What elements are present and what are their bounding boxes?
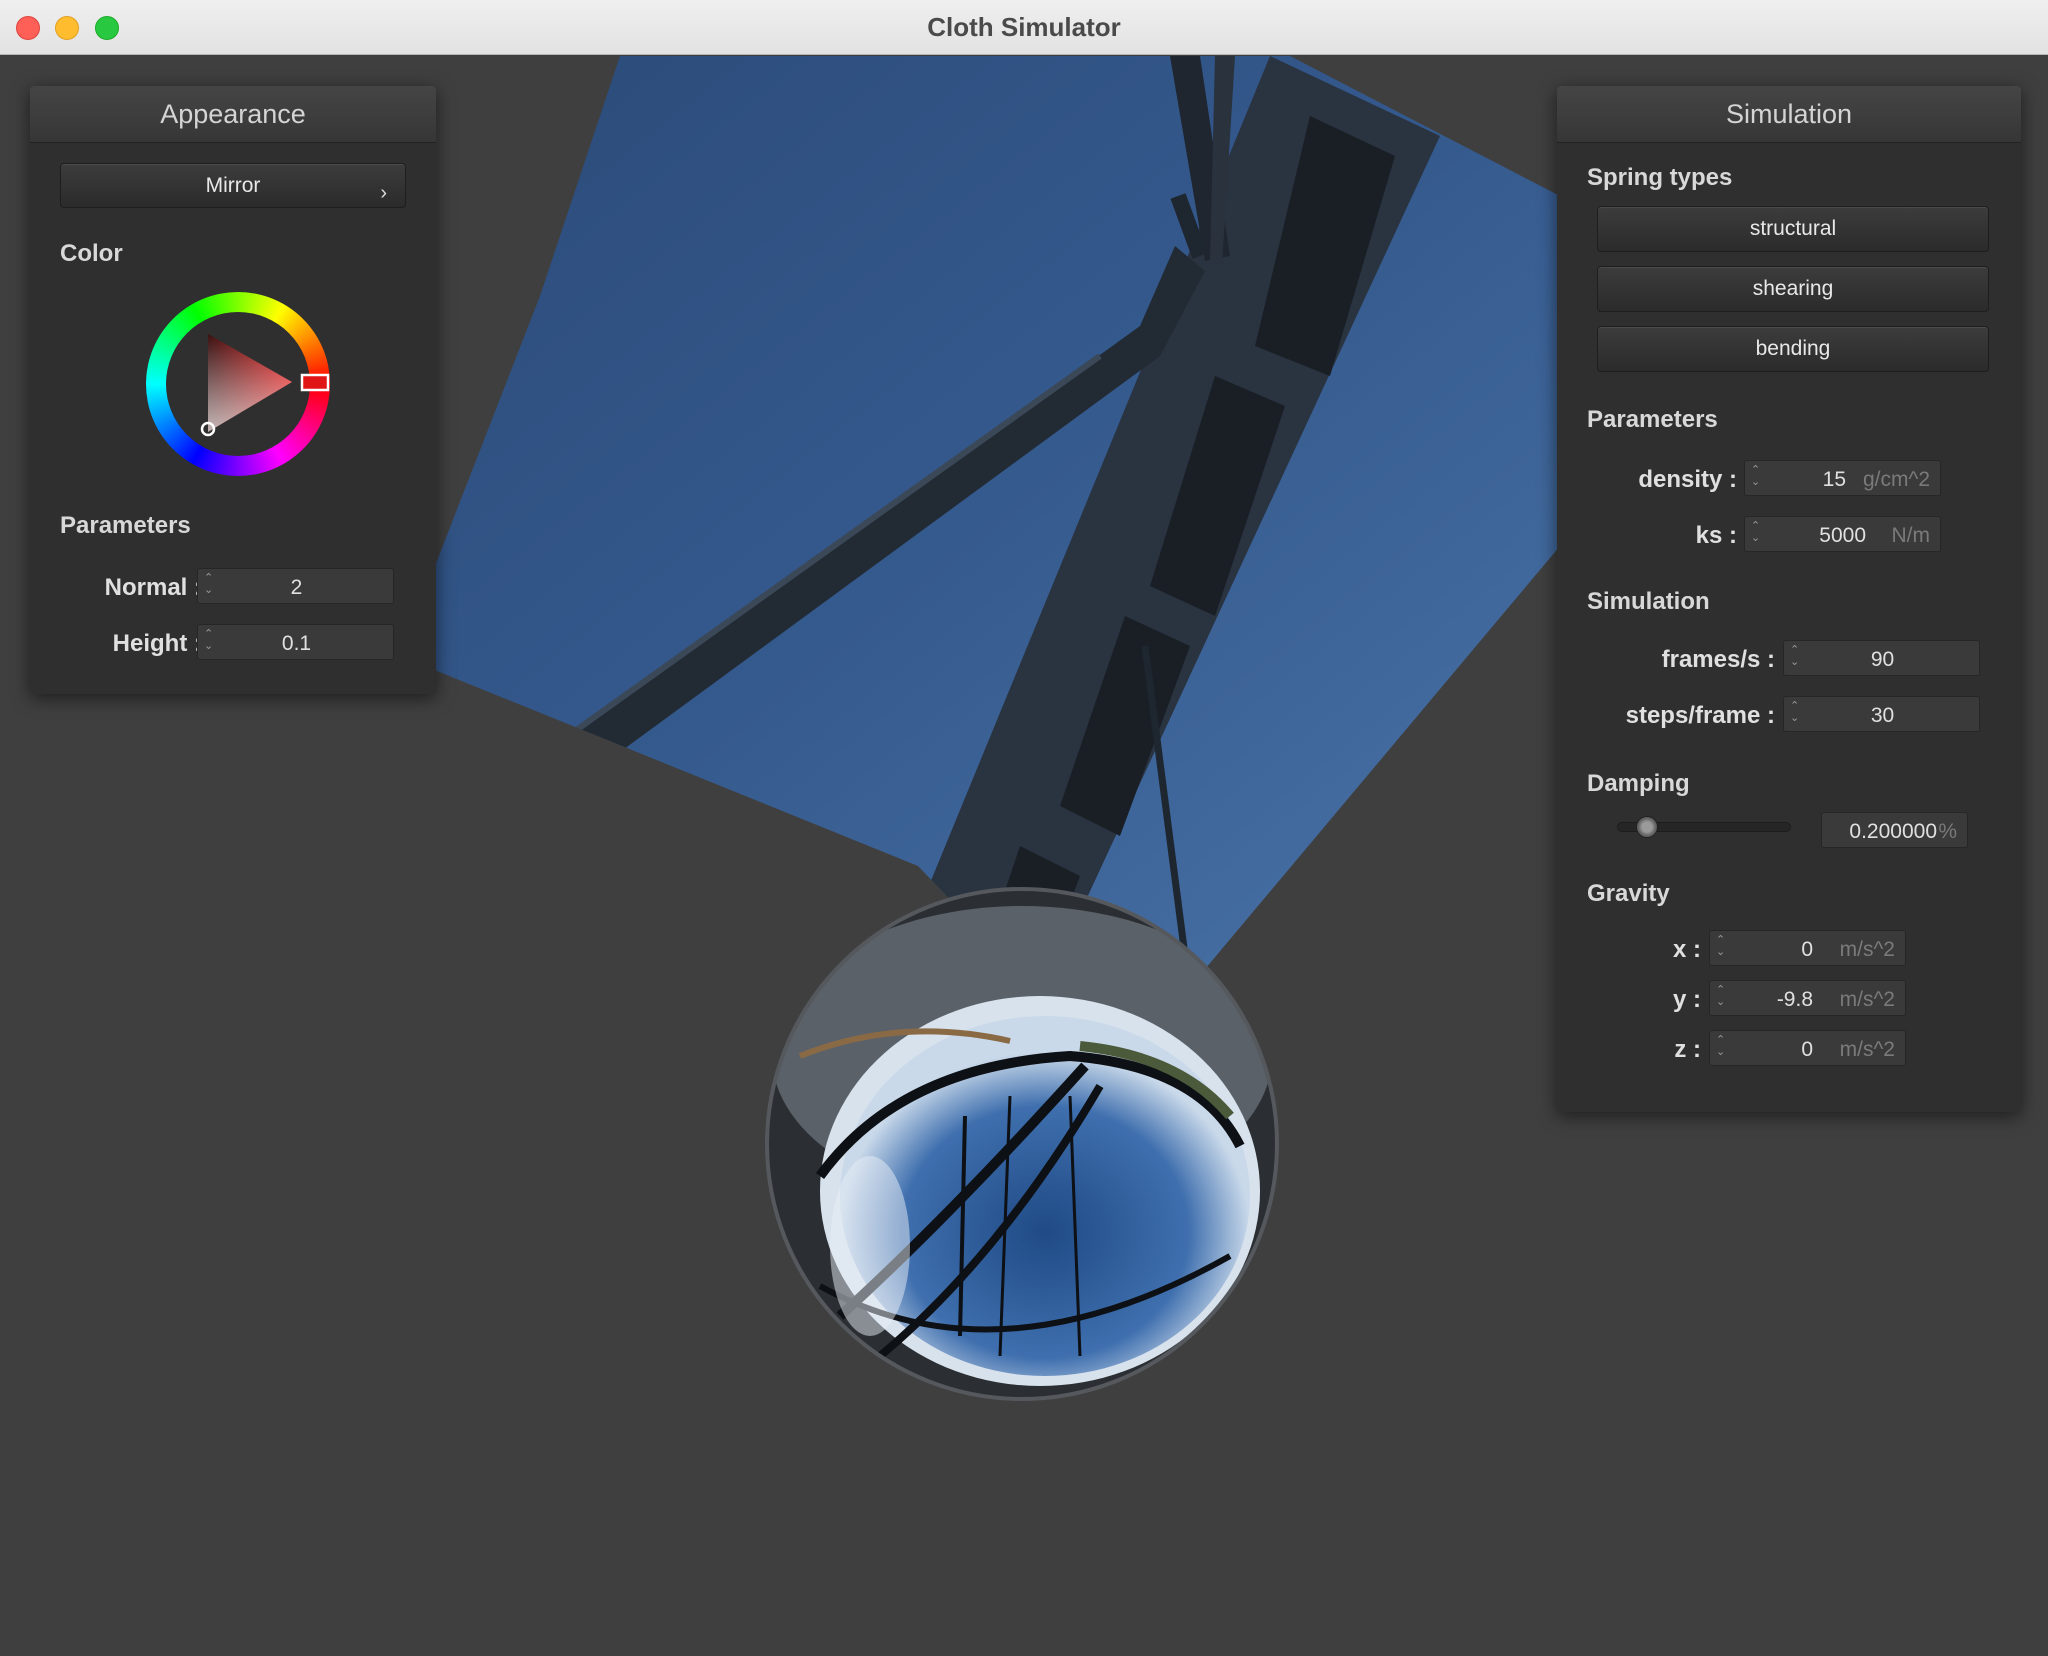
gravity-y-unit: m/s^2 xyxy=(1839,988,1895,1011)
structural-button-label: structural xyxy=(1749,217,1837,240)
height-value: 0.1 xyxy=(281,632,312,655)
density-label: density : xyxy=(1638,466,1737,493)
steps-field[interactable]: ⌃ ⌄ 30 xyxy=(1783,696,1980,732)
gravity-x-field[interactable]: ⌃ ⌄ 0 m/s^2 xyxy=(1709,930,1906,966)
sim-parameters-label: Parameters xyxy=(1587,406,1718,433)
gravity-label: Gravity xyxy=(1587,880,1670,907)
damping-label: Damping xyxy=(1587,770,1690,797)
bending-button-label: bending xyxy=(1755,337,1831,360)
spring-types-label: Spring types xyxy=(1587,164,1733,191)
normal-field[interactable]: ⌃ ⌄ 2 xyxy=(197,568,394,604)
gravity-y-value: -9.8 xyxy=(1776,988,1813,1011)
appearance-panel-header[interactable]: Appearance xyxy=(30,86,436,143)
simulation-panel: Simulation Spring types structural shear… xyxy=(1557,86,2021,1112)
shearing-button[interactable]: shearing xyxy=(1597,266,1989,312)
color-wheel[interactable] xyxy=(146,292,330,476)
simulation-panel-header[interactable]: Simulation xyxy=(1557,86,2021,143)
shearing-button-label: shearing xyxy=(1752,277,1834,300)
damping-unit: % xyxy=(1938,820,1957,843)
normal-label: Normal : xyxy=(104,574,202,601)
ks-label: ks : xyxy=(1695,522,1737,549)
cloth-mesh xyxy=(400,56,1560,981)
window-title: Cloth Simulator xyxy=(927,12,1121,42)
spinner-arrows-icon[interactable]: ⌃ ⌄ xyxy=(1716,934,1725,958)
ks-unit: N/m xyxy=(1891,524,1931,547)
hue-picker-handle[interactable] xyxy=(300,373,330,392)
fps-field[interactable]: ⌃ ⌄ 90 xyxy=(1783,640,1980,676)
height-label: Height : xyxy=(112,630,202,657)
normal-value: 2 xyxy=(290,576,303,599)
steps-label: steps/frame : xyxy=(1625,702,1775,729)
color-section-label: Color xyxy=(60,240,123,267)
ks-field[interactable]: ⌃ ⌄ 5000 N/m xyxy=(1744,516,1941,552)
density-field[interactable]: ⌃ ⌄ 15 g/cm^2 xyxy=(1744,460,1941,496)
fps-label: frames/s : xyxy=(1661,646,1775,673)
appearance-panel: Appearance Mirror › Color Parameters Nor… xyxy=(30,86,436,694)
gravity-z-value: 0 xyxy=(1801,1038,1813,1061)
density-unit: g/cm^2 xyxy=(1862,468,1930,491)
simulation-section-label: Simulation xyxy=(1587,588,1710,615)
gravity-y-field[interactable]: ⌃ ⌄ -9.8 m/s^2 xyxy=(1709,980,1906,1016)
collision-sphere xyxy=(765,887,1279,1401)
appearance-parameters-label: Parameters xyxy=(60,512,191,539)
damping-value: 0.200000 xyxy=(1849,820,1937,843)
gravity-x-unit: m/s^2 xyxy=(1839,938,1895,961)
saturation-triangle[interactable] xyxy=(146,292,330,476)
shader-select-label: Mirror xyxy=(205,174,261,197)
gravity-x-label: x : xyxy=(1672,936,1701,963)
damping-slider[interactable] xyxy=(1617,816,1791,838)
fps-value: 90 xyxy=(1870,648,1895,671)
spinner-arrows-icon[interactable]: ⌃ ⌄ xyxy=(1716,984,1725,1008)
gravity-z-label: z : xyxy=(1674,1036,1701,1063)
damping-slider-knob[interactable] xyxy=(1636,816,1659,838)
bending-button[interactable]: bending xyxy=(1597,326,1989,372)
structural-button[interactable]: structural xyxy=(1597,206,1989,252)
chevron-right-icon: › xyxy=(380,182,387,204)
title-bar: Cloth Simulator xyxy=(0,0,2048,55)
damping-field[interactable]: 0.200000 % xyxy=(1821,812,1968,848)
ks-value: 5000 xyxy=(1819,524,1866,547)
steps-value: 30 xyxy=(1870,704,1895,727)
spinner-arrows-icon[interactable]: ⌃ ⌄ xyxy=(1751,464,1760,488)
density-value: 15 xyxy=(1822,468,1846,491)
gravity-z-field[interactable]: ⌃ ⌄ 0 m/s^2 xyxy=(1709,1030,1906,1066)
gravity-x-value: 0 xyxy=(1801,938,1813,961)
height-field[interactable]: ⌃ ⌄ 0.1 xyxy=(197,624,394,660)
gravity-y-label: y : xyxy=(1672,986,1701,1013)
spinner-arrows-icon[interactable]: ⌃ ⌄ xyxy=(1751,520,1760,544)
gravity-z-unit: m/s^2 xyxy=(1839,1038,1895,1061)
spinner-arrows-icon[interactable]: ⌃ ⌄ xyxy=(1716,1034,1725,1058)
shader-select-button[interactable]: Mirror › xyxy=(60,163,406,208)
